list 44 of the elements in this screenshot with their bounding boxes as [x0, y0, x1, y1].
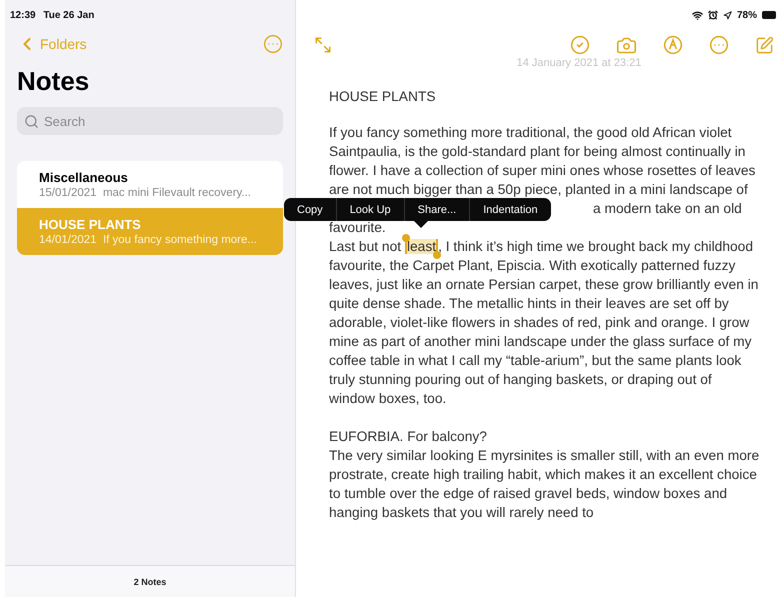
note-heading: HOUSE PLANTS — [329, 89, 437, 104]
wifi-icon — [692, 10, 703, 20]
battery-percentage: 78% — [736, 10, 757, 20]
menu-item[interactable]: Share... — [404, 198, 470, 221]
note-text-line: window boxes, too. — [329, 390, 446, 408]
note-text-line: If you fancy something more traditional, the good old African violet — [329, 124, 732, 142]
note-text-line: flower. I have a collection of super mini ones whose rosettes of leaves — [329, 162, 756, 180]
note-text-line: a modern take on an old — [593, 200, 742, 218]
menu-item[interactable]: Copy — [284, 198, 336, 221]
note-list-item[interactable]: Miscellaneous 15/01/2021 mac mini Filevault recovery... — [17, 161, 283, 208]
compose-icon[interactable] — [755, 36, 774, 54]
note-text-line: quite dense shade. The metallic hints in their leaves are set off by — [329, 295, 729, 313]
markup-pen-icon[interactable] — [663, 35, 683, 55]
checklist-icon[interactable] — [570, 35, 590, 55]
more-options-icon[interactable] — [263, 34, 283, 54]
note-text-line: adorable, violet-like flowers in shades of red, pink and orange. I grow — [329, 314, 750, 332]
more-options-icon[interactable] — [709, 35, 729, 55]
note-text-line: Saintpaulia, is the gold-standard plant for being almost continually in — [329, 143, 746, 161]
notes-count: 2 Notes — [134, 576, 166, 586]
search-icon — [24, 114, 39, 128]
note-text-line: prostrate, create high trailing habit, which makes it an excellent choice — [329, 466, 757, 484]
note-text-line: truly stunning pouring out of hanging baskets, or draping out of — [329, 371, 712, 389]
note-text-line: favourite, the Carpet Plant, Episcia. With exotically patterned fuzzy — [329, 257, 736, 275]
notes-title: Notes — [17, 66, 90, 97]
menu-item[interactable]: Look Up — [336, 198, 404, 221]
note-text-line: leaves, just like an ornate Persian carpet, these grow brilliantly even in — [329, 276, 758, 294]
menu-item[interactable]: Indentation — [469, 198, 551, 221]
note-text-line: are not much bigger than a 50p piece, planted in a mini landscape of — [329, 181, 748, 199]
note-text-line: hanging baskets that you will rarely need to — [329, 504, 594, 522]
alarm-icon — [708, 10, 718, 20]
camera-icon[interactable] — [616, 34, 637, 56]
status-time: 12:39 — [10, 10, 36, 20]
note-text-line: The very similar looking E myrsinites is smaller still, with an even more — [329, 447, 760, 465]
note-text-line: coffee table in what I call my “table-arium”, but the same plants look — [329, 352, 742, 370]
note-text-line: Last but not least, I think it’s high time we brought back my childhood — [329, 237, 754, 256]
battery-icon — [762, 11, 776, 19]
location-icon — [722, 10, 732, 20]
note-date: 14 January 2021 at 23:21 — [516, 57, 642, 69]
status-date: Tue 26 Jan — [42, 10, 94, 20]
note-text-line: to tumble over the edge of raised gravel beds, window boxes and — [329, 485, 728, 503]
note-text-line: EUFORBIA. For balcony? — [329, 428, 487, 446]
expand-icon[interactable] — [314, 36, 332, 54]
note-text-line: mine as part of another mini landscape under the glass surface of my — [329, 333, 752, 351]
note-text-line: favourite. — [329, 219, 386, 237]
